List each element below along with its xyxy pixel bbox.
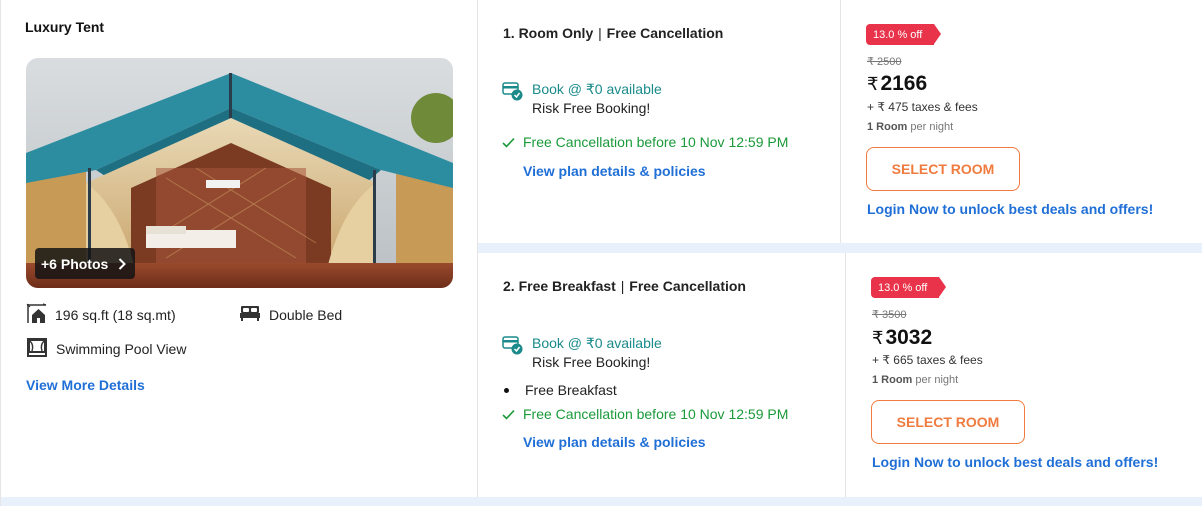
plan-2-name: 2. Free Breakfast [503,278,616,294]
card-bottom-strip [1,497,1202,506]
book-at-zero-text: Book @ ₹0 available [532,335,662,351]
plan-2-inclusion: Free Breakfast [503,382,617,398]
view-window-icon [26,337,56,361]
plan-1-per-night: 1 Room per night [867,121,953,133]
plan-1-policy: Free Cancellation [606,25,724,41]
plan-2-cancellation: Free Cancellation before 10 Nov 12:59 PM [502,406,788,422]
area-icon [26,303,55,327]
amenity-area: 196 sq.ft (18 sq.mt) [26,303,176,327]
plan-2-policy: Free Cancellation [629,278,746,294]
plan-2-taxes: + ₹ 665 taxes & fees [872,353,983,367]
plan-1-discount-badge: 13.0 % off [866,24,942,45]
room-count: 1 Room [872,374,913,386]
book-card-icon [502,80,523,106]
plan-1-details-link[interactable]: View plan details & policies [523,163,706,179]
plan-1-original-price: ₹ 2500 [867,56,902,68]
view-text: Swimming Pool View [56,341,187,357]
room-title: Luxury Tent [25,19,105,35]
title-separator: | [620,278,625,294]
area-text: 196 sq.ft (18 sq.mt) [55,307,176,323]
column-divider [845,253,846,497]
per-night-label: per night [910,121,954,133]
plan-1-title: 1. Room Only | Free Cancellation [503,25,723,41]
inclusion-text: Free Breakfast [525,382,617,398]
cancellation-text: Free Cancellation before 10 Nov 12:59 PM [523,406,789,422]
check-icon [502,137,515,148]
bullet-icon [504,387,509,393]
chevron-right-icon [118,257,127,270]
room-card: Luxury Tent +6 Photos 196 sq.ft (18 sq.m… [0,0,1202,506]
plan-1-login-link[interactable]: Login Now to unlock best deals and offer… [867,201,1153,217]
plan-1-select-room-button[interactable]: SELECT ROOM [866,147,1020,191]
risk-free-text: Risk Free Booking! [532,354,651,370]
plan-1-name: 1. Room Only [503,25,594,41]
plan-2-price: ₹ 3032 [872,326,932,350]
plan-2-select-room-button[interactable]: SELECT ROOM [871,400,1025,444]
plan-2-original-price: ₹ 3500 [872,309,907,321]
bed-text: Double Bed [269,306,343,323]
currency-symbol: ₹ [867,74,879,94]
more-photos-button[interactable]: +6 Photos [35,248,135,279]
price-amount: 2166 [880,72,928,95]
plan-2-login-link[interactable]: Login Now to unlock best deals and offer… [872,454,1158,470]
currency-symbol: ₹ [872,328,884,348]
plan-2-book-offer: Book @ ₹0 available Risk Free Booking! [502,334,662,372]
book-at-zero-text: Book @ ₹0 available [532,81,662,97]
plan-1-book-offer: Book @ ₹0 available Risk Free Booking! [502,80,662,118]
price-amount: 3032 [885,326,933,349]
bed-icon [239,304,269,325]
title-separator: | [598,25,602,41]
plan-1-price: ₹ 2166 [867,72,927,96]
room-count: 1 Room [867,121,908,133]
view-more-details-link[interactable]: View More Details [26,377,145,393]
amenity-view: Swimming Pool View [26,337,186,361]
plan-1-cancellation: Free Cancellation before 10 Nov 12:59 PM [502,134,788,150]
book-card-icon [502,334,523,360]
cancellation-text: Free Cancellation before 10 Nov 12:59 PM [523,134,789,150]
photos-count-label: +6 Photos [41,255,109,272]
plan-2-details-link[interactable]: View plan details & policies [523,434,706,450]
plan-2-title: 2. Free Breakfast | Free Cancellation [503,278,746,294]
risk-free-text: Risk Free Booking! [532,100,651,116]
check-icon [502,409,515,420]
amenity-bed: Double Bed [239,304,342,325]
plan-separator [478,243,1202,253]
plan-1-taxes: + ₹ 475 taxes & fees [867,100,978,114]
column-divider [840,0,841,243]
plan-2-discount-badge: 13.0 % off [871,277,947,298]
plan-2-per-night: 1 Room per night [872,374,958,386]
per-night-label: per night [915,374,959,386]
